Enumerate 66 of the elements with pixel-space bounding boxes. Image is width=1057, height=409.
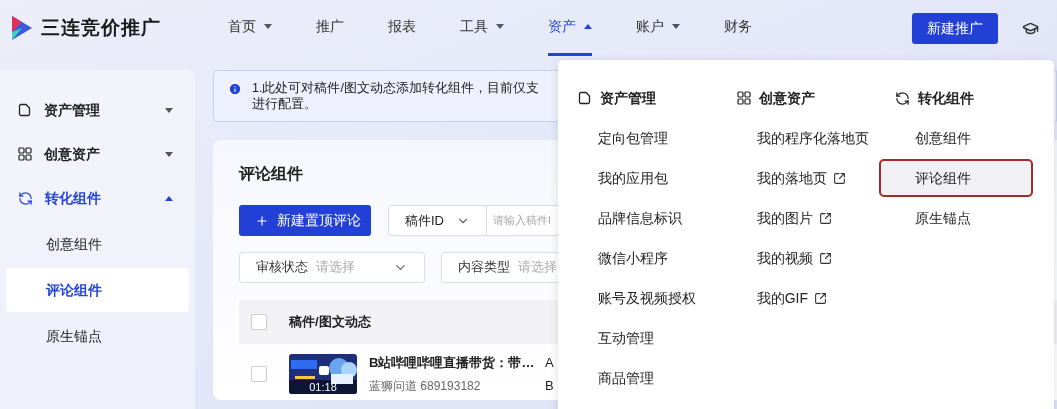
external-link-icon — [818, 211, 832, 225]
nav-tab[interactable]: 资产 — [548, 0, 592, 56]
menu-item[interactable]: 我的视频 — [736, 239, 857, 277]
table-cell-text: A — [545, 353, 554, 372]
menu-item[interactable]: 商品管理 — [578, 359, 698, 397]
menu-section-title: 资产管理 — [600, 88, 656, 108]
checkbox[interactable] — [251, 314, 267, 330]
menu-item[interactable]: 我的程序化落地页 — [736, 119, 869, 157]
menu-item[interactable]: 互动管理 — [578, 319, 698, 357]
grid-icon — [736, 91, 751, 105]
menu-item[interactable]: 原生锚点 — [895, 199, 1016, 237]
sidebar-item[interactable]: 创意资产 — [6, 132, 189, 176]
menu-item[interactable]: 我的落地页 — [736, 159, 857, 197]
caret-icon — [264, 24, 272, 29]
caret-icon — [165, 107, 173, 113]
column-header: 稿件/图文动态 — [289, 313, 372, 332]
alert-text: 进行配置。 — [252, 96, 318, 112]
caret-icon — [672, 24, 680, 29]
checkbox[interactable] — [251, 366, 267, 382]
info-icon — [228, 82, 242, 96]
menu-item[interactable]: 我的图片 — [736, 199, 857, 237]
nav-tab[interactable]: 财务 — [724, 0, 752, 56]
document-icon — [578, 91, 592, 105]
menu-item[interactable]: 我的应用包 — [578, 159, 698, 197]
sidebar-item[interactable]: 转化组件 — [6, 176, 189, 220]
nav-tab[interactable]: 推广 — [316, 0, 344, 56]
menu-section-title: 转化组件 — [918, 88, 975, 108]
table-cell-text: B — [545, 377, 554, 395]
sidebar-item[interactable]: 资产管理 — [6, 88, 189, 132]
caret-icon — [496, 24, 504, 29]
caret-icon — [165, 195, 173, 201]
sync-icon — [18, 190, 33, 206]
menu-item[interactable]: 定向包管理 — [578, 119, 698, 157]
menu-item[interactable]: 评论组件 — [879, 159, 1034, 197]
new-pinned-comment-button[interactable]: 新建置顶评论 — [239, 205, 371, 236]
logo-icon — [10, 14, 34, 42]
external-link-icon — [814, 291, 827, 305]
nav-tab[interactable]: 首页 — [228, 0, 272, 56]
caret-icon — [584, 24, 592, 29]
nav-tab[interactable]: 报表 — [388, 0, 416, 56]
new-campaign-button[interactable]: 新建推广 — [912, 12, 998, 44]
filter-select[interactable]: 审核状态 请选择 — [239, 252, 425, 283]
alert-text: 1.此处可对稿件/图文动态添加转化组件，目前仅支 — [252, 80, 539, 96]
grid-icon — [18, 147, 32, 161]
brand-name: 三连竞价推广 — [41, 15, 161, 40]
sync-icon — [895, 90, 911, 106]
menu-item[interactable]: 我的GIF — [736, 279, 857, 317]
plus-icon — [255, 213, 269, 228]
menu-item[interactable]: 品牌信息标识 — [578, 199, 698, 237]
sidebar-subitem[interactable]: 创意组件 — [6, 222, 189, 266]
external-link-icon — [832, 171, 846, 185]
external-link-icon — [818, 251, 832, 265]
nav-tab[interactable]: 工具 — [460, 0, 504, 56]
id-type-select[interactable]: 稿件ID — [388, 205, 487, 236]
video-duration: 01:18 — [308, 381, 338, 394]
document-icon — [18, 103, 32, 117]
id-search-field[interactable]: 请输入稿件I — [487, 205, 561, 236]
menu-item[interactable]: 创意组件 — [895, 119, 1016, 157]
video-author: 蓝狮问道 689193182 — [369, 378, 482, 396]
menu-section-title: 创意资产 — [758, 88, 815, 108]
nav-tab[interactable]: 账户 — [636, 0, 680, 56]
sidebar-subitem[interactable]: 原生锚点 — [6, 314, 189, 358]
card-title: 评论组件 — [239, 164, 303, 184]
sidebar-subitem[interactable]: 评论组件 — [6, 268, 189, 312]
caret-icon — [165, 151, 173, 157]
video-title: B站哔哩哔哩直播带货：带… — [369, 353, 536, 372]
